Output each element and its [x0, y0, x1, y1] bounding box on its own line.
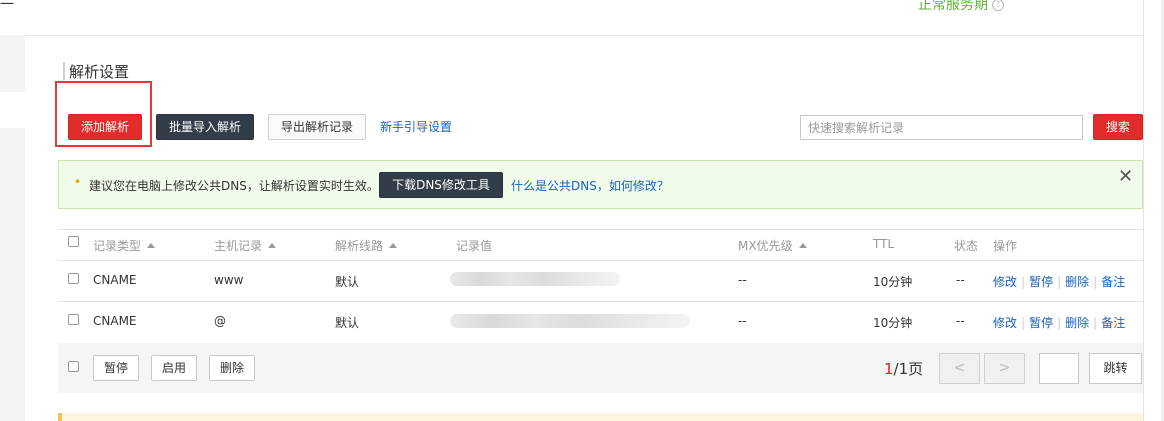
separator: | — [1093, 275, 1098, 289]
record-type: CNAME — [93, 314, 137, 328]
sort-asc-icon — [798, 243, 807, 248]
note-link[interactable]: 备注 — [1101, 316, 1125, 330]
column-header-status: 状态 — [954, 239, 979, 253]
guide-settings-link[interactable]: 新手引导设置 — [380, 118, 452, 135]
ttl-value: 10分钟 — [873, 275, 913, 289]
search-input[interactable] — [800, 115, 1083, 140]
host-record: @ — [214, 314, 226, 328]
title-accent-bar — [63, 62, 65, 80]
separator: | — [1021, 316, 1026, 330]
delete-link[interactable]: 删除 — [1065, 316, 1089, 330]
table-header-border — [58, 260, 1143, 261]
record-type: CNAME — [93, 273, 137, 287]
column-header-line[interactable]: 解析线路 — [335, 237, 398, 254]
batch-enable-button[interactable]: 启用 — [151, 355, 198, 381]
next-page-button[interactable]: > — [984, 353, 1025, 384]
column-header-ops: 操作 — [993, 239, 1018, 253]
column-header-ttl: TTL — [873, 237, 895, 251]
column-header-type[interactable]: 记录类型 — [93, 237, 156, 254]
status-value: -- — [956, 314, 965, 328]
left-sidebar-strip — [0, 35, 25, 421]
notice-text: 建议您在电脑上修改公共DNS，让解析设置实时生效。 — [89, 179, 379, 193]
total-pages: /1页 — [893, 360, 924, 378]
column-header-line-label: 解析线路 — [335, 239, 384, 253]
record-value-redacted — [450, 272, 620, 286]
column-header-type-label: 记录类型 — [93, 239, 142, 253]
download-dns-tool-button[interactable]: 下载DNS修改工具 — [379, 172, 503, 198]
batch-delete-button[interactable]: 删除 — [209, 355, 256, 381]
row-checkbox[interactable] — [68, 314, 79, 325]
edit-link[interactable]: 修改 — [993, 275, 1017, 289]
column-header-mx[interactable]: MX优先级 — [738, 237, 807, 254]
header-divider — [25, 35, 1143, 36]
ttl-value: 10分钟 — [873, 316, 913, 330]
sidebar-active-notch — [0, 92, 25, 128]
sort-asc-icon — [268, 243, 277, 248]
page-number-input[interactable] — [1039, 353, 1079, 384]
add-record-button[interactable]: 添加解析 — [68, 114, 142, 140]
row-actions: 修改 | 暂停 | 删除 | 备注 — [993, 314, 1125, 331]
separator: | — [1057, 316, 1062, 330]
select-all-checkbox[interactable] — [68, 236, 79, 247]
service-status: 正常服务期? — [918, 0, 1004, 14]
bottom-warning-panel — [58, 413, 1143, 421]
separator: | — [1057, 275, 1062, 289]
current-page: 1 — [884, 360, 894, 378]
question-circle-icon[interactable]: ? — [992, 0, 1004, 11]
prev-page-button[interactable]: < — [939, 353, 980, 384]
row-divider — [58, 301, 1143, 302]
column-header-host-label: 主机记录 — [214, 239, 263, 253]
mx-priority: -- — [738, 273, 747, 287]
edit-link[interactable]: 修改 — [993, 316, 1017, 330]
service-status-text: 正常服务期 — [918, 0, 988, 13]
batch-import-button[interactable]: 批量导入解析 — [156, 114, 254, 140]
footer-select-all-checkbox[interactable] — [68, 361, 79, 372]
right-border — [1143, 0, 1144, 421]
column-header-mx-label: MX优先级 — [738, 239, 793, 253]
host-record: www — [214, 273, 244, 287]
row-actions: 修改 | 暂停 | 删除 | 备注 — [993, 273, 1125, 290]
separator: | — [1021, 275, 1026, 289]
page-indicator: 1/1页 — [884, 358, 923, 379]
close-icon[interactable]: ✕ — [1118, 166, 1133, 187]
notice-bullet-icon: • — [74, 175, 82, 189]
public-dns-help-link[interactable]: 什么是公共DNS，如何修改？ — [511, 177, 669, 194]
column-header-host[interactable]: 主机记录 — [214, 237, 277, 254]
page-title: 解析设置 — [69, 63, 130, 81]
mx-priority: -- — [738, 314, 747, 328]
column-header-value: 记录值 — [456, 239, 493, 253]
search-button[interactable]: 搜索 — [1093, 114, 1143, 140]
resolve-line: 默认 — [335, 316, 360, 330]
pause-link[interactable]: 暂停 — [1029, 316, 1053, 330]
record-value-redacted — [450, 314, 690, 328]
top-left-glyph: 一 — [0, 0, 14, 13]
jump-page-button[interactable]: 跳转 — [1089, 353, 1142, 384]
sort-asc-icon — [147, 243, 156, 248]
sort-asc-icon — [389, 243, 398, 248]
table-top-border — [58, 229, 1143, 230]
note-link[interactable]: 备注 — [1101, 275, 1125, 289]
batch-pause-button[interactable]: 暂停 — [93, 355, 140, 381]
delete-link[interactable]: 删除 — [1065, 275, 1089, 289]
pause-link[interactable]: 暂停 — [1029, 275, 1053, 289]
row-checkbox[interactable] — [68, 273, 79, 284]
resolve-line: 默认 — [335, 275, 360, 289]
separator: | — [1093, 316, 1098, 330]
export-records-button[interactable]: 导出解析记录 — [268, 114, 366, 140]
status-value: -- — [956, 273, 965, 287]
